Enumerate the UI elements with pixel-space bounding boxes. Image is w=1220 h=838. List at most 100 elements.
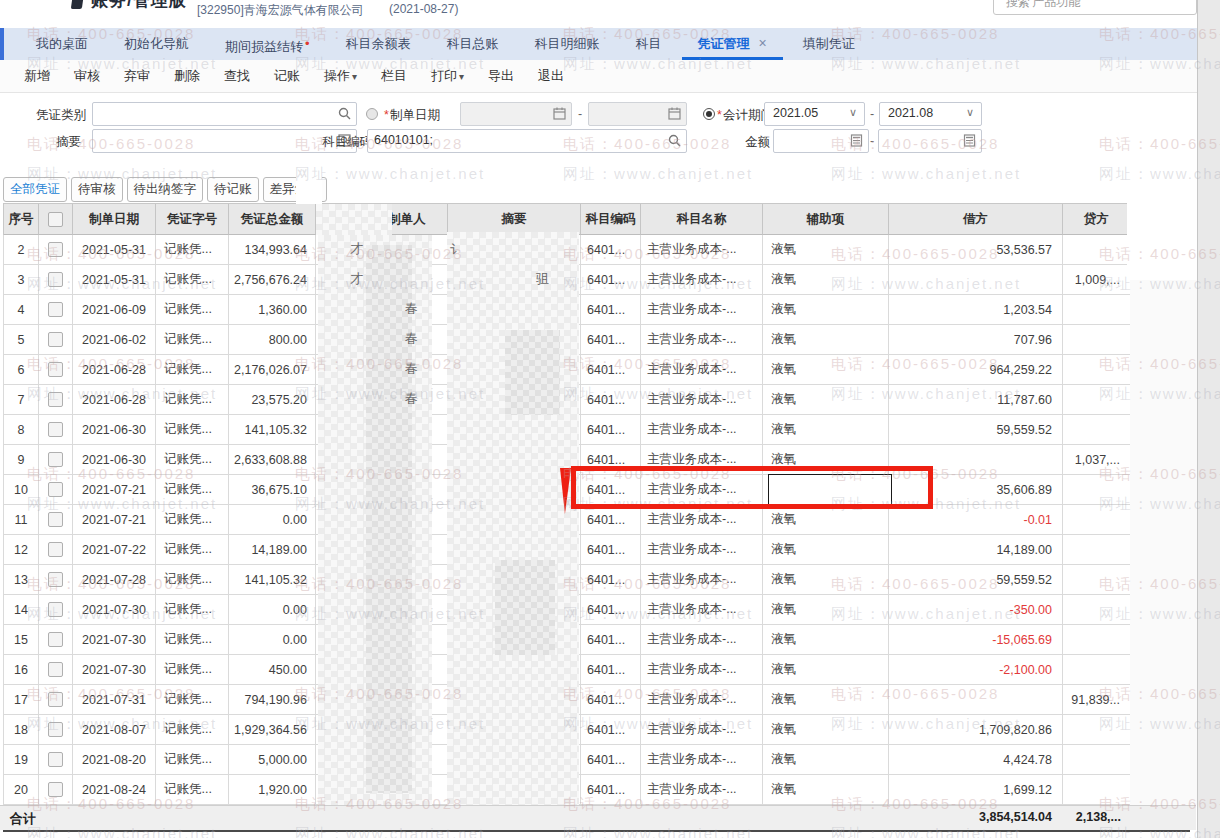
row-checkbox[interactable] <box>48 392 63 407</box>
row-checkbox[interactable] <box>48 272 63 287</box>
row-checkbox[interactable] <box>48 572 63 587</box>
cell-debit: 4,424.78 <box>889 745 1063 775</box>
row-checkbox[interactable] <box>48 362 63 377</box>
cell-checkbox[interactable] <box>39 745 73 775</box>
voucher-type-input[interactable] <box>92 102 357 126</box>
cell-checkbox[interactable] <box>39 325 73 355</box>
toolbar-审核[interactable]: 审核 <box>74 60 100 92</box>
cell-checkbox[interactable] <box>39 595 73 625</box>
cell-checkbox[interactable] <box>39 415 73 445</box>
tab-初始化导航[interactable]: 初始化导航 <box>106 28 207 60</box>
toolbar-记账[interactable]: 记账 <box>274 60 300 92</box>
cell-checkbox[interactable] <box>39 295 73 325</box>
period-to-select[interactable]: 2021.08 ∨ <box>879 102 982 126</box>
cell-checkbox[interactable] <box>39 235 73 265</box>
toolbar-弃审[interactable]: 弃审 <box>124 60 150 92</box>
toolbar: 新增审核弃审删除查找记账操作▾ 栏目打印▾ 导出退出 <box>0 60 1197 93</box>
toolbar-新增[interactable]: 新增 <box>24 60 50 92</box>
row-checkbox[interactable] <box>48 332 63 347</box>
row-checkbox[interactable] <box>48 752 63 767</box>
masked-text-fragment: 才 <box>350 240 363 258</box>
cell-total: 450.00 <box>229 655 316 685</box>
cell-subject-code: 6401... <box>581 745 641 775</box>
table-right-margin <box>1130 203 1197 805</box>
row-checkbox[interactable] <box>48 482 63 497</box>
cell-checkbox[interactable] <box>39 445 73 475</box>
tab-科目明细账[interactable]: 科目明细账 <box>517 28 618 60</box>
row-checkbox[interactable] <box>48 242 63 257</box>
select-all-checkbox[interactable] <box>48 212 63 227</box>
tab-科目[interactable]: 科目 <box>618 28 680 60</box>
subtab-全部凭证[interactable]: 全部凭证 <box>3 177 67 202</box>
summary-input[interactable] <box>92 129 357 153</box>
subtab-待审核[interactable]: 待审核 <box>71 177 123 202</box>
row-checkbox[interactable] <box>48 722 63 737</box>
tab-凭证管理[interactable]: 凭证管理× <box>680 28 785 60</box>
cell-subject-name: 主营业务成本-... <box>641 715 763 745</box>
cell-subject-name: 主营业务成本-... <box>641 655 763 685</box>
row-checkbox[interactable] <box>48 452 63 467</box>
search-icon[interactable] <box>668 134 681 147</box>
calculator-icon[interactable] <box>963 134 976 147</box>
make-date-to-input[interactable] <box>588 102 687 126</box>
row-checkbox[interactable] <box>48 782 63 797</box>
row-checkbox[interactable] <box>48 422 63 437</box>
cell-checkbox[interactable] <box>39 475 73 505</box>
subject-code-input[interactable]: 64010101; <box>367 129 687 153</box>
subtab-待记账[interactable]: 待记账 <box>207 177 259 202</box>
toolbar-查找[interactable]: 查找 <box>224 60 250 92</box>
row-checkbox[interactable] <box>48 662 63 677</box>
tab-科目余额表[interactable]: 科目余额表 <box>328 28 429 60</box>
cell-checkbox[interactable] <box>39 385 73 415</box>
tab-期间损益结转[interactable]: 期间损益结转• <box>207 28 328 60</box>
toolbar-删除[interactable]: 删除 <box>174 60 200 92</box>
row-checkbox[interactable] <box>48 692 63 707</box>
amount-range-separator: - <box>870 134 874 148</box>
tab-填制凭证[interactable]: 填制凭证 <box>785 28 873 60</box>
subtab-待出纳签字[interactable]: 待出纳签字 <box>127 177 204 202</box>
search-input[interactable]: 搜索'产品功能' <box>993 0 1197 15</box>
cell-checkbox[interactable] <box>39 265 73 295</box>
row-checkbox[interactable] <box>48 302 63 317</box>
period-from-select[interactable]: 2021.05 ∨ <box>764 102 865 126</box>
calendar-icon[interactable] <box>668 107 681 120</box>
cell-checkbox[interactable] <box>39 655 73 685</box>
cell-subject-name: 主营业务成本-... <box>641 355 763 385</box>
cell-checkbox[interactable] <box>39 355 73 385</box>
cell-checkbox[interactable] <box>39 775 73 805</box>
toolbar-导出[interactable]: 导出 <box>488 60 514 92</box>
toolbar-打印[interactable]: 打印▾ <box>431 60 464 92</box>
search-icon[interactable] <box>338 107 351 120</box>
row-checkbox[interactable] <box>48 632 63 647</box>
amount-from-input[interactable] <box>773 129 869 153</box>
cell-total: 5,000.00 <box>229 745 316 775</box>
calculator-icon[interactable] <box>850 134 863 147</box>
table-header: 序号制单日期凭证字号凭证总金额制单人摘要科目编码科目名称辅助项借方贷方 <box>3 203 1131 235</box>
row-checkbox[interactable] <box>48 602 63 617</box>
cell-subject-name: 主营业务成本-... <box>641 265 763 295</box>
cell-checkbox[interactable] <box>39 625 73 655</box>
tab-我的桌面[interactable]: 我的桌面 <box>18 28 106 60</box>
cell-credit <box>1063 535 1131 565</box>
calendar-icon[interactable] <box>553 107 566 120</box>
make-date-from-input[interactable] <box>460 102 572 126</box>
row-checkbox[interactable] <box>48 542 63 557</box>
cell-checkbox[interactable] <box>39 565 73 595</box>
cell-checkbox[interactable] <box>39 535 73 565</box>
tab-科目总账[interactable]: 科目总账 <box>429 28 517 60</box>
row-checkbox[interactable] <box>48 512 63 527</box>
amount-to-input[interactable] <box>878 129 982 153</box>
make-date-radio[interactable] <box>366 108 378 120</box>
toolbar-栏目[interactable]: 栏目 <box>381 60 407 92</box>
cell-checkbox[interactable] <box>39 715 73 745</box>
cell-subject-name: 主营业务成本-... <box>641 775 763 805</box>
period-radio[interactable] <box>703 108 715 120</box>
toolbar-操作[interactable]: 操作▾ <box>324 60 357 92</box>
cell-checkbox[interactable] <box>39 505 73 535</box>
masked-text-fragment: 讠 <box>450 241 463 259</box>
cell-date: 2021-05-31 <box>73 265 156 295</box>
cell-date: 2021-07-30 <box>73 625 156 655</box>
toolbar-退出[interactable]: 退出 <box>538 60 564 92</box>
cell-checkbox[interactable] <box>39 685 73 715</box>
close-icon[interactable]: × <box>759 35 767 51</box>
